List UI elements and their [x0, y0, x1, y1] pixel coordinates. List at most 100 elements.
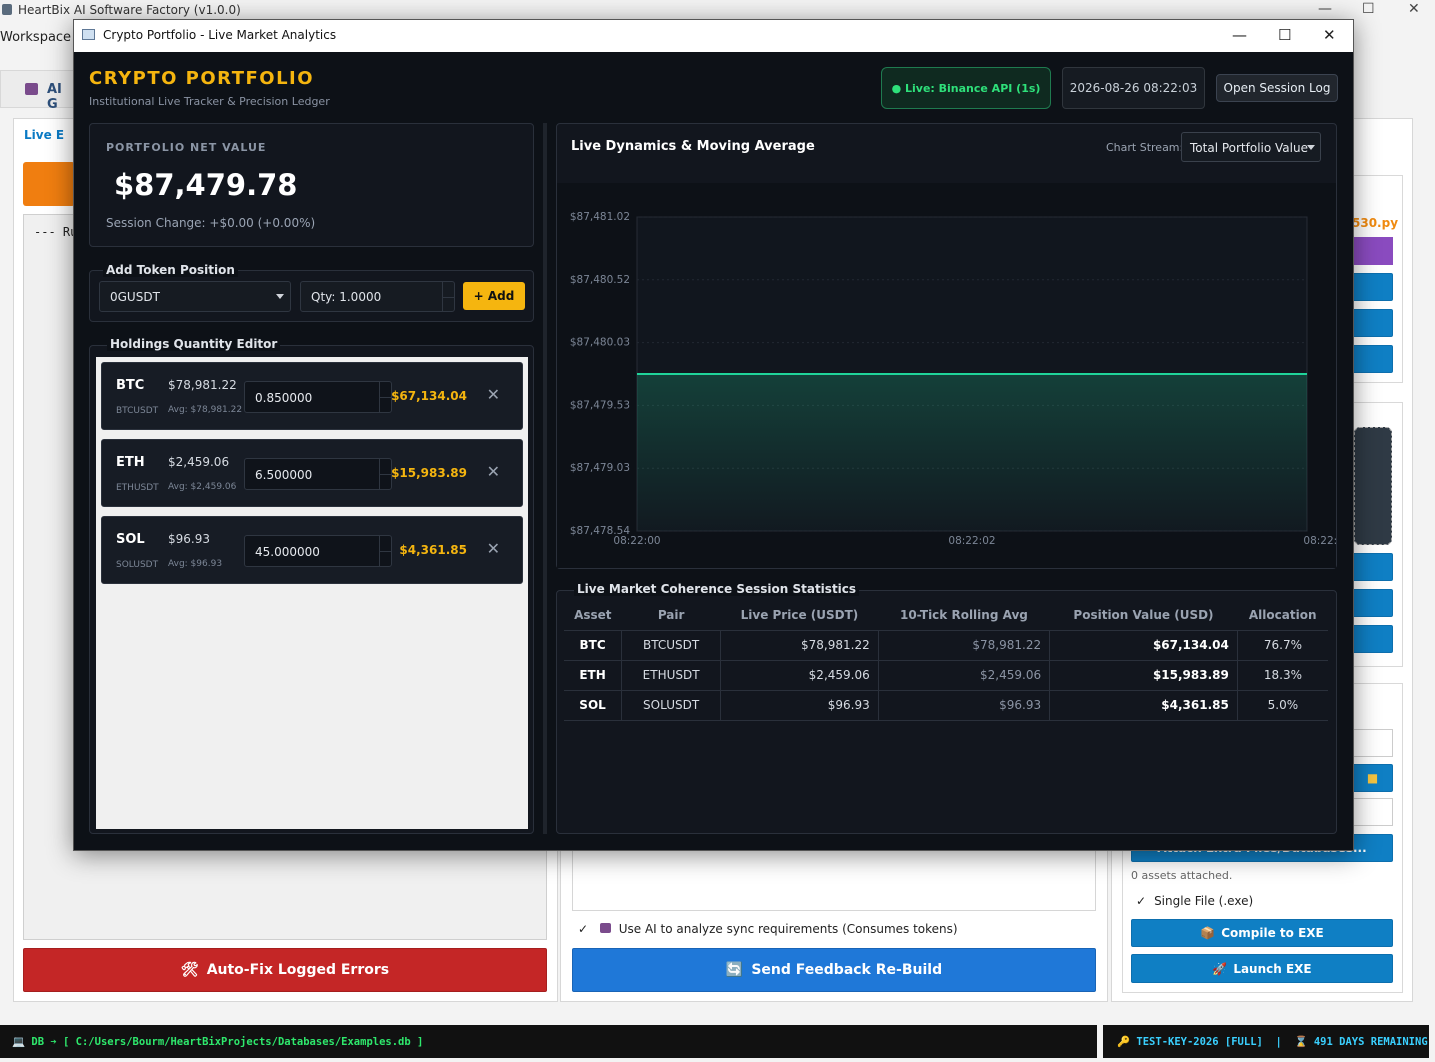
remove-icon[interactable]: ✕ — [487, 385, 500, 404]
chart-stream-select[interactable]: Total Portfolio Value — [1181, 132, 1321, 162]
column-header[interactable]: Pair — [621, 601, 721, 631]
holdings-list: BTC $78,981.22 BTCUSDT Avg: $78,981.22 0… — [96, 357, 528, 829]
table-cell: $96.93 — [720, 690, 879, 721]
wrench-icon: 🛠 — [180, 962, 199, 978]
host-live-label: Live E — [24, 128, 65, 142]
status-bar-db: 💻 DB ➔ [ C:/Users/Bourm/HeartBixProjects… — [0, 1025, 1097, 1058]
maximize-icon[interactable]: ☐ — [1278, 26, 1291, 44]
splitter-handle[interactable] — [543, 123, 547, 834]
key-icon: 🔑 — [1117, 1036, 1131, 1048]
holding-value: $4,361.85 — [399, 543, 467, 557]
host-file-name: 530.py — [1352, 216, 1399, 230]
spin-buttons[interactable] — [379, 459, 391, 489]
db-path: DB ➔ [ C:/Users/Bourm/HeartBixProjects/D… — [31, 1036, 424, 1048]
holding-symbol: SOL — [116, 532, 145, 547]
holding-qty-input[interactable]: 6.500000 — [244, 458, 392, 490]
host-feedback-area[interactable] — [572, 845, 1096, 911]
host-blue-button-4[interactable] — [1352, 553, 1393, 581]
host-blue-button-2[interactable] — [1352, 309, 1393, 337]
table-cell: $78,981.22 — [878, 630, 1051, 661]
crypto-portfolio-window: Crypto Portfolio - Live Market Analytics… — [73, 19, 1354, 851]
table-cell: BTC — [564, 630, 623, 661]
host-text-field[interactable] — [1352, 729, 1393, 757]
holding-qty-value: 45.000000 — [255, 545, 320, 559]
column-header[interactable]: 10-Tick Rolling Avg — [878, 601, 1050, 631]
launch-exe-button[interactable]: 🚀 Launch EXE — [1131, 954, 1393, 983]
token-pair-select[interactable]: 0GUSDT — [99, 281, 291, 312]
add-token-button[interactable]: + Add — [463, 282, 525, 310]
host-tab[interactable]: AI G — [0, 70, 75, 112]
holdings-label: Holdings Quantity Editor — [107, 337, 281, 351]
ai-analyze-checkbox[interactable]: ✓ Use AI to analyze sync requirements (C… — [578, 922, 958, 936]
compile-exe-button[interactable]: 📦 Compile to EXE — [1131, 919, 1393, 947]
holding-qty-input[interactable]: 45.000000 — [244, 535, 392, 567]
minimize-icon[interactable]: — — [1318, 1, 1332, 17]
remove-icon[interactable]: ✕ — [487, 462, 500, 481]
host-blue-button-6[interactable] — [1352, 625, 1393, 653]
host-purple-button[interactable] — [1352, 237, 1393, 265]
check-icon: ✓ — [1136, 894, 1147, 908]
single-file-checkbox[interactable]: ✓ Single File (.exe) — [1136, 894, 1253, 908]
table-cell: ETH — [564, 660, 623, 691]
x-tick-label: 08:22:00 — [613, 535, 660, 547]
portfolio-value-label: PORTFOLIO NET VALUE — [106, 141, 267, 154]
close-icon[interactable]: ✕ — [1408, 1, 1420, 17]
robot-icon — [599, 923, 611, 933]
holding-price: $78,981.22 — [168, 378, 237, 392]
close-icon[interactable]: ✕ — [1323, 26, 1336, 44]
column-header[interactable]: Allocation — [1237, 601, 1328, 631]
session-change: Session Change: +$0.00 (+0.00%) — [106, 216, 316, 230]
spin-buttons[interactable] — [379, 536, 391, 566]
holding-price: $96.93 — [168, 532, 210, 546]
column-header[interactable]: Live Price (USDT) — [720, 601, 879, 631]
dialog-titlebar: Crypto Portfolio - Live Market Analytics… — [74, 20, 1353, 52]
y-tick-label: $87,480.52 — [570, 274, 630, 286]
holding-qty-value: 0.850000 — [255, 391, 313, 405]
autofix-button[interactable]: 🛠 Auto-Fix Logged Errors — [23, 948, 547, 992]
host-blue-button-5[interactable] — [1352, 589, 1393, 617]
table-cell: $2,459.06 — [878, 660, 1051, 691]
column-header[interactable]: Asset — [564, 601, 622, 631]
y-tick-label: $87,479.03 — [570, 462, 630, 474]
table-row[interactable]: ETH ETHUSDT $2,459.06 $2,459.06 $15,983.… — [564, 660, 1328, 691]
send-feedback-button[interactable]: 🔄 Send Feedback Re-Build — [572, 948, 1096, 992]
column-header[interactable]: Position Value (USD) — [1049, 601, 1238, 631]
table-cell: ETHUSDT — [621, 660, 722, 691]
holding-symbol: ETH — [116, 455, 145, 470]
qty-stepper[interactable]: Qty: 1.0000 — [300, 281, 455, 312]
maximize-icon[interactable]: ☐ — [1362, 1, 1375, 17]
minimize-icon[interactable]: — — [1232, 26, 1247, 44]
host-window-title: HeartBix AI Software Factory (v1.0.0) — [18, 3, 241, 17]
table-row[interactable]: SOL SOLUSDT $96.93 $96.93 $4,361.85 5.0% — [564, 690, 1328, 721]
table-row[interactable]: BTC BTCUSDT $78,981.22 $78,981.22 $67,13… — [564, 630, 1328, 661]
add-token-label: Add Token Position — [103, 263, 238, 277]
package-icon: 📦 — [1200, 926, 1216, 940]
autofix-label: Auto-Fix Logged Errors — [206, 962, 390, 978]
remove-icon[interactable]: ✕ — [487, 539, 500, 558]
host-menu-item[interactable]: Workspace L — [0, 30, 82, 45]
holding-avg: Avg: $96.93 — [168, 559, 223, 569]
stats-label: Live Market Coherence Session Statistics — [574, 582, 860, 596]
table-cell: 5.0% — [1237, 690, 1328, 721]
host-text-field-2[interactable] — [1352, 798, 1393, 826]
host-blue-button-1[interactable] — [1352, 273, 1393, 301]
token-pair-value: 0GUSDT — [110, 290, 160, 304]
host-drop-zone[interactable] — [1354, 427, 1392, 545]
holding-avg: Avg: $2,459.06 — [168, 482, 237, 492]
app-subtitle: Institutional Live Tracker & Precision L… — [89, 95, 330, 108]
app-icon — [2, 4, 12, 15]
x-tick-label: 08:22:02 — [948, 535, 995, 547]
table-cell: $4,361.85 — [1049, 690, 1238, 721]
holding-qty-input[interactable]: 0.850000 — [244, 381, 392, 413]
host-blue-button-3[interactable] — [1352, 345, 1393, 373]
table-cell: $67,134.04 — [1049, 630, 1238, 661]
spin-buttons[interactable] — [379, 382, 391, 412]
spin-buttons[interactable] — [442, 282, 454, 311]
host-folder-button[interactable]: ■ — [1352, 764, 1393, 792]
holding-card-eth: ETH $2,459.06 ETHUSDT Avg: $2,459.06 6.5… — [101, 439, 523, 507]
open-session-log-button[interactable]: Open Session Log — [1216, 74, 1338, 102]
host-orange-button[interactable] — [23, 162, 75, 206]
window-icon — [82, 29, 95, 40]
portfolio-chart: $87,481.02 $87,480.52 $87,480.03 $87,479.53… — [557, 183, 1336, 568]
chart-title: Live Dynamics & Moving Average — [571, 139, 815, 154]
